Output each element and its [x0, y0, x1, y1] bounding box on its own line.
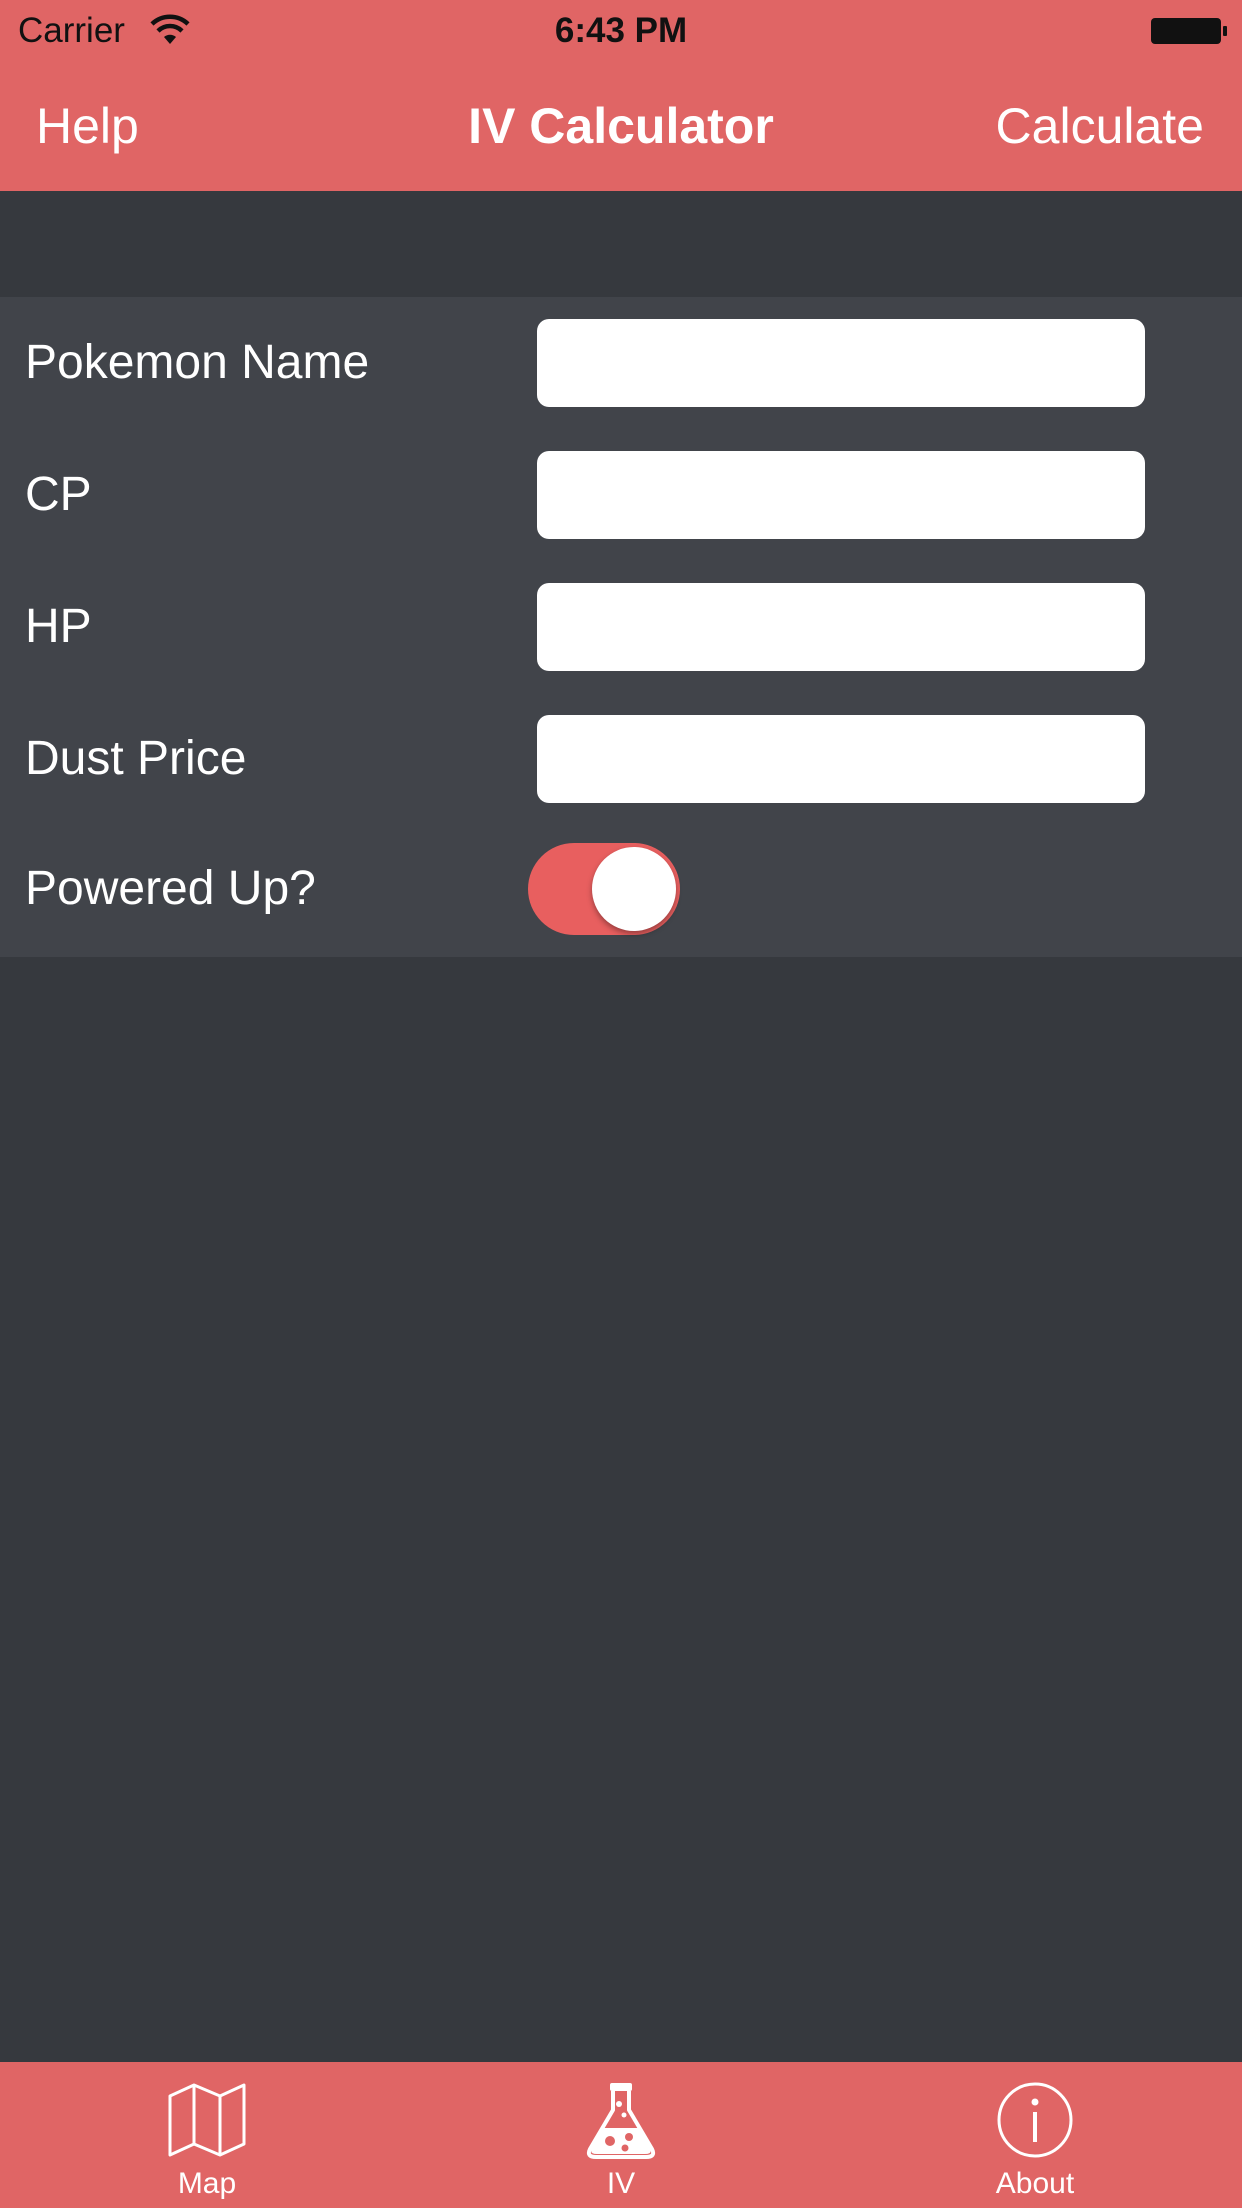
flask-icon	[586, 2083, 656, 2159]
tab-about-label: About	[995, 2167, 1075, 2200]
powered-up-toggle[interactable]	[528, 843, 680, 935]
header: Carrier 6:43 PM Help IV Calculator Calcu…	[0, 0, 1242, 191]
map-icon	[168, 2083, 246, 2157]
dust-price-label: Dust Price	[25, 732, 247, 785]
hp-input[interactable]	[537, 583, 1145, 671]
cp-row: CP	[0, 451, 1242, 539]
tab-map[interactable]: Map	[0, 2062, 414, 2208]
cp-input[interactable]	[537, 451, 1145, 539]
status-bar: Carrier 6:43 PM	[0, 0, 1242, 60]
powered-up-label: Powered Up?	[25, 862, 316, 915]
tab-iv-label: IV	[606, 2167, 636, 2200]
dust-price-input[interactable]	[537, 715, 1145, 803]
pokemon-name-label: Pokemon Name	[25, 336, 370, 389]
tab-bar: Map IV About	[0, 2062, 1242, 2208]
battery-icon	[1151, 18, 1227, 44]
clock: 6:43 PM	[554, 11, 688, 50]
dust-price-row: Dust Price	[0, 715, 1242, 803]
hp-row: HP	[0, 583, 1242, 671]
toggle-knob[interactable]	[592, 847, 676, 931]
calculate-button[interactable]: Calculate	[996, 96, 1204, 156]
tab-map-label: Map	[177, 2167, 237, 2200]
tab-iv[interactable]: IV	[414, 2062, 828, 2208]
info-icon	[997, 2082, 1073, 2158]
cp-label: CP	[25, 468, 92, 521]
hp-label: HP	[25, 600, 92, 653]
pokemon-name-input[interactable]	[537, 319, 1145, 407]
tab-about[interactable]: About	[828, 2062, 1242, 2208]
pokemon-name-row: Pokemon Name	[0, 319, 1242, 407]
